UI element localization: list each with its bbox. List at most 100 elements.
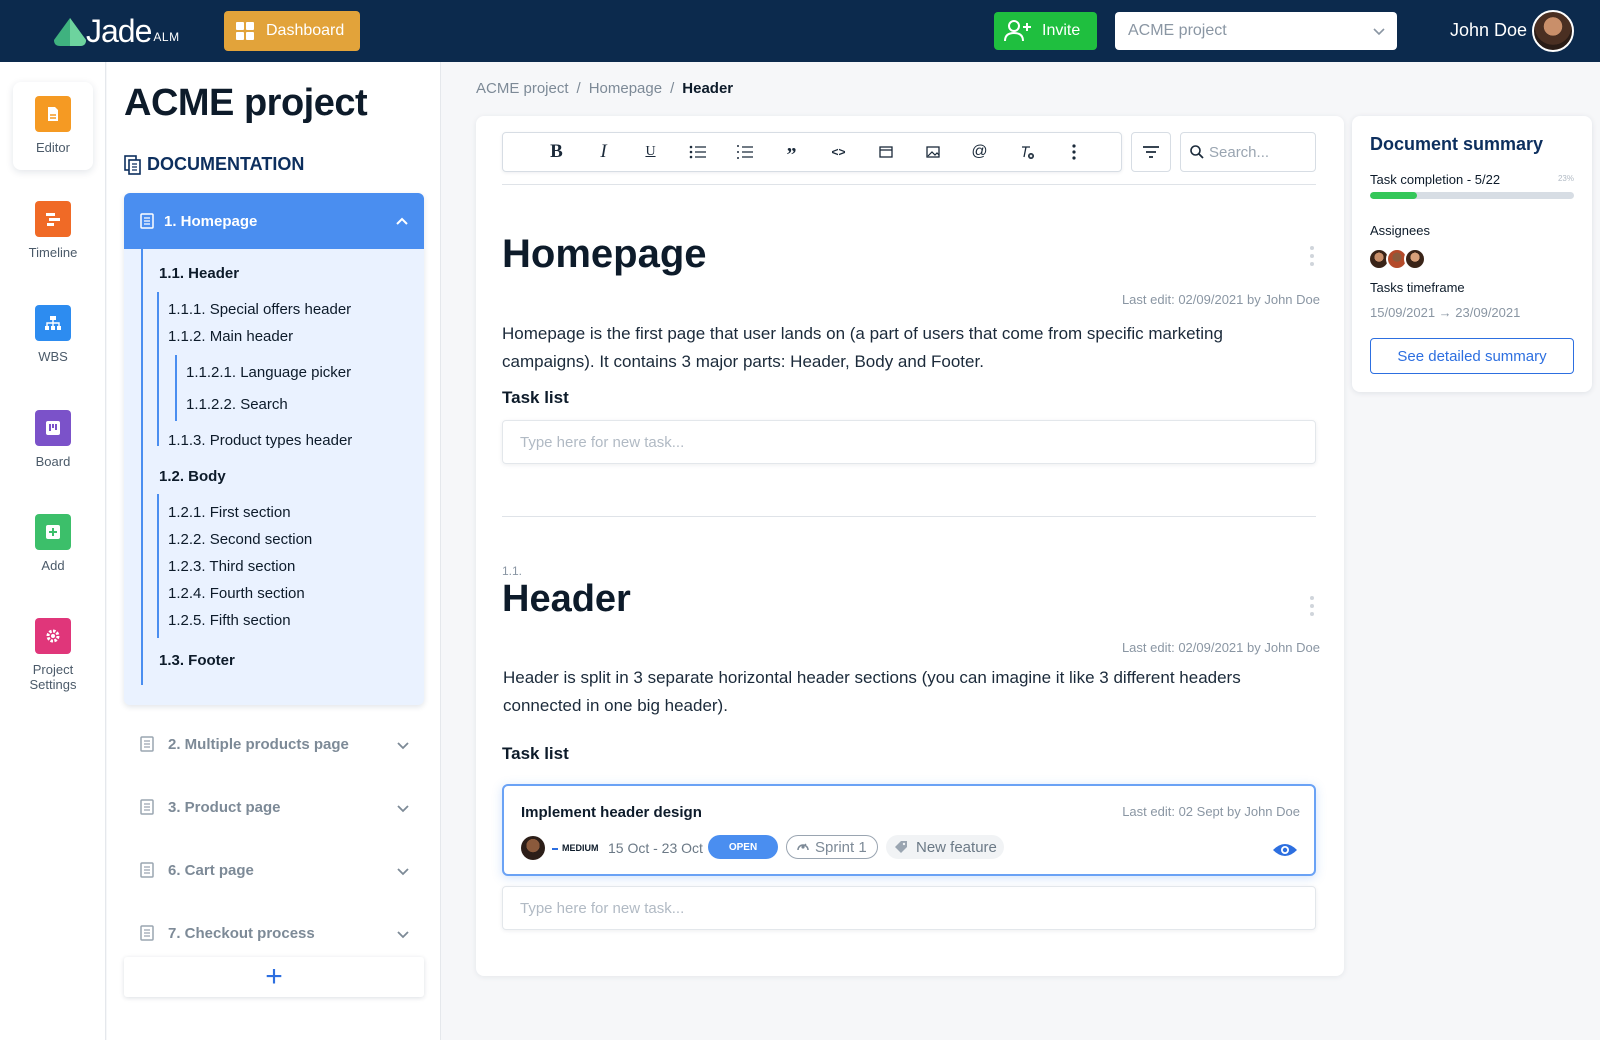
tree-item-cart-page[interactable]: 6. Cart page <box>124 845 424 895</box>
dashboard-button[interactable]: Dashboard <box>224 11 360 51</box>
tree-item-1-2-3[interactable]: 1.2.3. Third section <box>168 558 295 575</box>
add-page-button[interactable]: + <box>124 957 424 997</box>
section-body-text[interactable]: Header is split in 3 separate horizontal… <box>503 664 1293 720</box>
chevron-down-icon <box>397 868 409 876</box>
last-edit-text: Last edit: 02/09/2021 by John Doe <box>1121 640 1320 655</box>
page-icon <box>140 799 154 815</box>
rail-item-wbs[interactable]: WBS <box>13 291 93 379</box>
status-badge[interactable]: OPEN <box>708 835 778 859</box>
code-button[interactable]: <> <box>815 140 862 164</box>
tree-item-1-1-2-2[interactable]: 1.1.2.2. Search <box>186 396 288 413</box>
invite-button[interactable]: Invite <box>994 12 1097 50</box>
tree-item-1-1[interactable]: 1.1. Header <box>159 265 239 282</box>
documentation-label-text: DOCUMENTATION <box>147 154 305 174</box>
add-user-icon <box>1004 20 1031 42</box>
assignee-avatar[interactable] <box>1404 248 1426 270</box>
project-select[interactable]: ACME project <box>1115 12 1397 50</box>
divider <box>502 184 1316 185</box>
tree-item-1-1-2[interactable]: 1.1.2. Main header <box>168 328 293 345</box>
dashboard-icon <box>236 22 254 40</box>
new-task-input[interactable]: Type here for new task... <box>502 886 1316 930</box>
task-title[interactable]: Implement header design <box>521 804 702 821</box>
chevron-down-icon <box>397 805 409 813</box>
rail-item-board[interactable]: Board <box>13 396 93 484</box>
tree-item-1-2-1[interactable]: 1.2.1. First section <box>168 504 291 521</box>
numbered-list-button[interactable] <box>721 140 768 164</box>
mention-button[interactable]: @ <box>956 140 1003 164</box>
task-completion-label: Task completion - 5/22 <box>1370 172 1501 187</box>
breadcrumb-item[interactable]: ACME project <box>476 80 569 97</box>
logo-subtext: ALM <box>153 30 180 44</box>
more-options-button[interactable] <box>1050 140 1097 164</box>
tree-item-1-2-2[interactable]: 1.2.2. Second section <box>168 531 312 548</box>
tree-item-1-1-3[interactable]: 1.1.3. Product types header <box>168 432 352 449</box>
rail-item-add[interactable]: Add <box>13 500 93 588</box>
sprint-badge[interactable]: Sprint 1 <box>786 835 878 859</box>
section-number: 1.1. <box>502 564 523 578</box>
page-icon <box>140 862 154 878</box>
section-body-text[interactable]: Homepage is the first page that user lan… <box>502 320 1292 376</box>
clear-format-button[interactable] <box>1003 140 1050 164</box>
tree-item-1-2-5[interactable]: 1.2.5. Fifth section <box>168 612 291 629</box>
user-avatar[interactable] <box>1532 10 1574 52</box>
rail-item-project-settings[interactable]: Project Settings <box>13 604 93 704</box>
see-detailed-summary-button[interactable]: See detailed summary <box>1370 338 1574 374</box>
task-dates[interactable]: 15 Oct - 23 Oct <box>608 840 703 856</box>
tree-item-multiple-products-page[interactable]: 2. Multiple products page <box>124 719 424 769</box>
user-name[interactable]: John Doe <box>1450 20 1527 41</box>
rail-label: Add <box>41 558 65 573</box>
documents-icon <box>124 154 141 175</box>
section-menu-icon[interactable] <box>1310 596 1316 620</box>
tree-item-label: 1. Homepage <box>164 212 258 230</box>
breadcrumb-item[interactable]: Homepage <box>589 80 662 97</box>
priority-badge[interactable]: MEDIUM <box>552 843 599 853</box>
search-icon <box>1190 145 1204 159</box>
tree-item-checkout-process[interactable]: 7. Checkout process <box>124 908 424 958</box>
chevron-up-icon[interactable] <box>394 213 410 229</box>
tree-item-1-2-4[interactable]: 1.2.4. Fourth section <box>168 585 305 602</box>
assignees-label: Assignees <box>1370 223 1430 238</box>
search-placeholder: Search... <box>1209 143 1270 161</box>
tree-item-1-1-1[interactable]: 1.1.1. Special offers header <box>168 301 351 318</box>
task-card[interactable]: Implement header design Last edit: 02 Se… <box>502 784 1316 876</box>
bulleted-list-icon <box>689 145 706 159</box>
section-menu-icon[interactable] <box>1310 246 1316 270</box>
rail-label: WBS <box>38 349 68 364</box>
breadcrumb-separator: / <box>670 80 675 97</box>
tree-item-label: 6. Cart page <box>168 861 254 879</box>
assignee-avatar[interactable] <box>521 836 545 860</box>
bold-button[interactable]: B <box>533 140 580 164</box>
filter-icon <box>1143 146 1159 158</box>
table-button[interactable] <box>862 140 909 164</box>
rail-item-timeline[interactable]: Timeline <box>13 187 93 275</box>
page-icon <box>140 213 154 229</box>
italic-button[interactable]: I <box>580 140 627 164</box>
breadcrumb: ACME project / Homepage / Header <box>476 80 733 97</box>
tag-icon <box>895 841 907 853</box>
section-title-homepage[interactable]: Homepage <box>502 232 707 277</box>
quote-button[interactable]: ” <box>768 140 815 166</box>
project-select-value: ACME project <box>1128 22 1227 39</box>
bulleted-list-button[interactable] <box>674 140 721 164</box>
tree-item-1-2[interactable]: 1.2. Body <box>159 468 226 485</box>
new-task-input[interactable]: Type here for new task... <box>502 420 1316 464</box>
tree-item-1-3[interactable]: 1.3. Footer <box>159 652 235 669</box>
tree-item-1-1-2-1[interactable]: 1.1.2.1. Language picker <box>186 364 351 381</box>
rail-item-editor[interactable]: Editor <box>13 82 93 170</box>
breadcrumb-separator: / <box>576 80 581 97</box>
rail-label: Project Settings <box>29 662 77 692</box>
jade-logo[interactable]: Jade ALM <box>52 14 180 48</box>
filter-button[interactable] <box>1131 132 1171 172</box>
invite-label: Invite <box>1042 22 1081 39</box>
section-title-header[interactable]: Header <box>502 578 631 621</box>
page-icon <box>140 736 154 752</box>
tag-badge[interactable]: New feature <box>886 835 1004 859</box>
tree-item-homepage[interactable]: 1. Homepage <box>124 193 424 249</box>
eye-icon[interactable] <box>1272 842 1298 858</box>
tree-item-product-page[interactable]: 3. Product page <box>124 782 424 832</box>
table-icon <box>878 146 893 158</box>
image-button[interactable] <box>909 140 956 164</box>
search-input[interactable]: Search... <box>1180 132 1316 172</box>
underline-button[interactable]: U <box>627 140 674 164</box>
document-summary-panel: Document summary Task completion - 5/22 … <box>1352 116 1592 392</box>
